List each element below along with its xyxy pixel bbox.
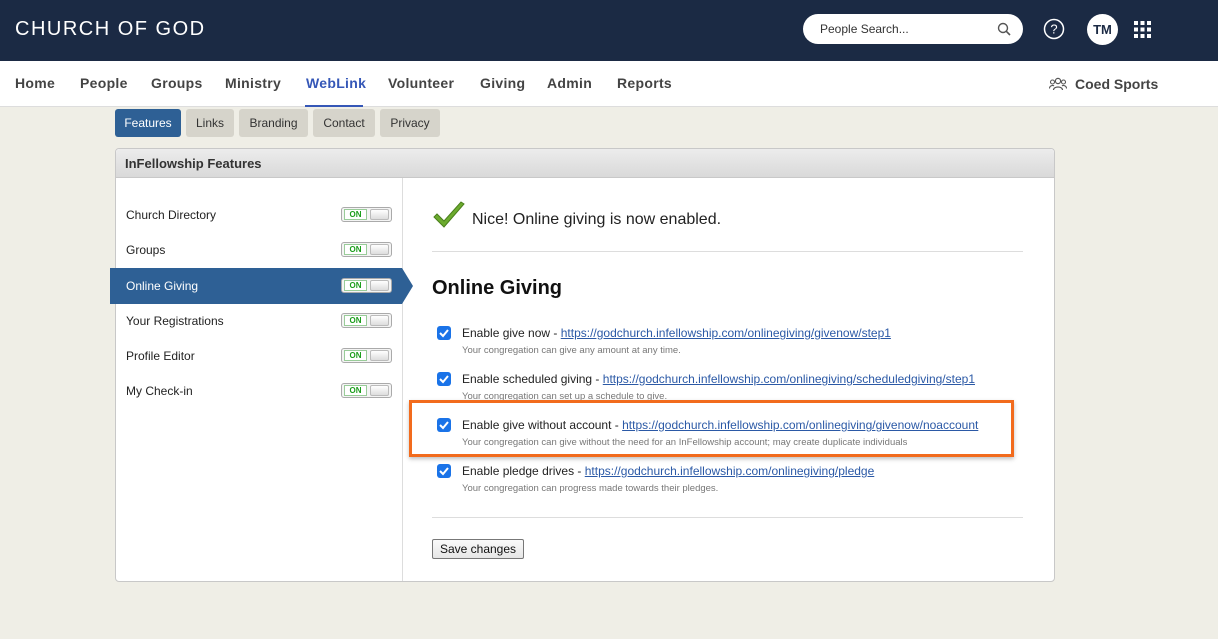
save-button[interactable]: Save changes [432, 539, 524, 559]
toggle-state: ON [344, 315, 367, 326]
toggle-state: ON [344, 280, 367, 291]
toggle-state: ON [344, 385, 367, 396]
pledge-drives-link[interactable]: https://godchurch.infellowship.com/onlin… [585, 464, 875, 478]
tab-privacy[interactable]: Privacy [380, 109, 440, 137]
nav-ministry[interactable]: Ministry [225, 75, 281, 91]
toggle-state: ON [344, 350, 367, 361]
feature-label: Church Directory [126, 208, 217, 222]
tab-links[interactable]: Links [186, 109, 234, 137]
checkmark-icon [433, 201, 465, 228]
toggle-knob [370, 350, 389, 361]
nav-groups[interactable]: Groups [151, 75, 203, 91]
toggle-knob [370, 385, 389, 396]
divider [432, 251, 1023, 252]
feature-groups[interactable]: Groups ON [116, 232, 402, 266]
option-description: Your congregation can progress made towa… [462, 483, 719, 494]
feature-profile-editor[interactable]: Profile Editor ON [116, 338, 402, 372]
scheduled-giving-link[interactable]: https://godchurch.infellowship.com/onlin… [603, 372, 975, 386]
features-panel: InFellowship Features Church Directory O… [110, 148, 1055, 582]
give-now-link[interactable]: https://godchurch.infellowship.com/onlin… [561, 326, 891, 340]
active-nav-indicator [305, 105, 363, 107]
nav-weblink[interactable]: WebLink [306, 75, 366, 91]
feature-toggle[interactable]: ON [341, 383, 392, 398]
success-message: Nice! Online giving is now enabled. [472, 211, 722, 228]
feature-your-registrations[interactable]: Your Registrations ON [116, 303, 402, 337]
apps-grid-icon[interactable] [1134, 21, 1151, 38]
toggle-state: ON [344, 209, 367, 220]
feature-label: My Check-in [126, 384, 193, 398]
feature-toggle[interactable]: ON [341, 348, 392, 363]
toggle-knob [370, 209, 389, 220]
help-icon[interactable]: ? [1043, 18, 1065, 40]
top-bar: CHURCH OF GOD People Search... ? TM [0, 0, 1218, 61]
feature-church-directory[interactable]: Church Directory ON [116, 197, 402, 231]
nav-admin[interactable]: Admin [547, 75, 592, 91]
option-description: Your congregation can give any amount at… [462, 345, 681, 356]
nav-volunteer[interactable]: Volunteer [388, 75, 454, 91]
highlight-box [409, 400, 1014, 457]
feature-label: Groups [126, 243, 166, 257]
option-label: Enable pledge drives - https://godchurch… [462, 464, 875, 478]
feature-toggle[interactable]: ON [341, 278, 392, 293]
feature-online-giving[interactable]: Online Giving ON [110, 268, 402, 304]
nav-home[interactable]: Home [15, 75, 55, 91]
search-icon[interactable] [997, 22, 1011, 36]
scheduled-giving-checkbox[interactable] [437, 372, 451, 386]
panel-header: InFellowship Features [116, 149, 1054, 178]
feature-toggle[interactable]: ON [341, 242, 392, 257]
active-feature-arrow [402, 268, 413, 304]
feature-label: Profile Editor [126, 349, 195, 363]
nav-giving[interactable]: Giving [480, 75, 525, 91]
toggle-state: ON [344, 244, 367, 255]
feature-toggle[interactable]: ON [341, 207, 392, 222]
org-name[interactable]: CHURCH OF GOD [15, 18, 206, 41]
option-label: Enable scheduled giving - https://godchu… [462, 372, 975, 386]
avatar[interactable]: TM [1087, 14, 1118, 45]
group-icon [1049, 77, 1067, 91]
toggle-knob [370, 315, 389, 326]
toggle-knob [370, 280, 389, 291]
panel-title: InFellowship Features [125, 156, 262, 171]
people-search[interactable]: People Search... [803, 14, 1023, 44]
section-heading: Online Giving [432, 277, 563, 299]
feature-my-check-in[interactable]: My Check-in ON [116, 373, 402, 407]
give-now-checkbox[interactable] [437, 326, 451, 340]
main-nav: Home People Groups Ministry WebLink Volu… [0, 61, 1218, 107]
search-input[interactable]: People Search... [820, 22, 909, 36]
tab-features[interactable]: Features [115, 109, 181, 137]
tab-branding[interactable]: Branding [239, 109, 308, 137]
feature-toggle[interactable]: ON [341, 313, 392, 328]
svg-text:?: ? [1050, 22, 1057, 37]
feature-label: Online Giving [126, 279, 199, 293]
tab-contact[interactable]: Contact [313, 109, 375, 137]
nav-reports[interactable]: Reports [617, 75, 672, 91]
divider [432, 517, 1023, 518]
feature-label: Your Registrations [126, 314, 224, 328]
toggle-knob [370, 244, 389, 255]
option-label: Enable give now - https://godchurch.infe… [462, 326, 891, 340]
column-divider [402, 178, 403, 581]
context-selector[interactable]: Coed Sports [1075, 76, 1158, 92]
pledge-drives-checkbox[interactable] [437, 464, 451, 478]
nav-people[interactable]: People [80, 75, 128, 91]
